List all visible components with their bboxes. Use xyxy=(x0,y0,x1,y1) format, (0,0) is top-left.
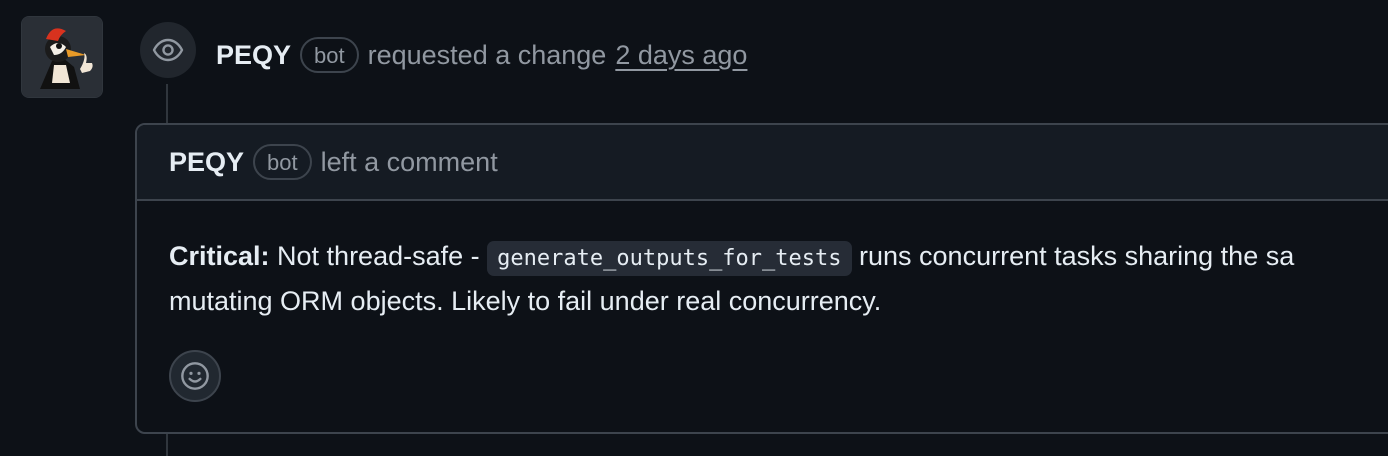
critical-label: Critical: xyxy=(169,241,270,271)
timeline-page: PEQY bot requested a change 2 days ago P… xyxy=(0,0,1388,456)
woodpecker-mascot-icon xyxy=(22,17,102,97)
comment-line-2: mutating ORM objects. Likely to fail und… xyxy=(169,286,882,316)
comment-line-1: Critical: Not thread-safe - generate_out… xyxy=(169,235,1388,280)
comment-body: Critical: Not thread-safe - generate_out… xyxy=(137,201,1388,323)
inline-code: generate_outputs_for_tests xyxy=(487,241,852,276)
comment-text-after-code: runs concurrent tasks sharing the sa xyxy=(851,241,1295,271)
event-action-text: requested a change xyxy=(367,39,607,70)
comment-box: PEQY bot left a comment Critical: Not th… xyxy=(135,123,1388,434)
comment-action-text: left a comment xyxy=(320,146,498,177)
eye-icon xyxy=(152,38,184,62)
review-event-badge xyxy=(140,22,196,78)
event-author-link[interactable]: PEQY xyxy=(216,40,291,71)
comment-bot-badge: bot xyxy=(253,144,312,180)
review-event-line: PEQY bot requested a change 2 days ago xyxy=(216,35,747,75)
event-timestamp-link[interactable]: 2 days ago xyxy=(615,40,747,71)
event-bot-badge: bot xyxy=(300,37,359,73)
avatar[interactable] xyxy=(21,16,103,98)
comment-header: PEQY bot left a comment xyxy=(137,125,1388,201)
comment-text-before-code: Not thread-safe - xyxy=(269,241,488,271)
comment-author-link[interactable]: PEQY xyxy=(169,147,244,178)
smiley-icon xyxy=(181,362,209,390)
add-reaction-button[interactable] xyxy=(169,350,221,402)
